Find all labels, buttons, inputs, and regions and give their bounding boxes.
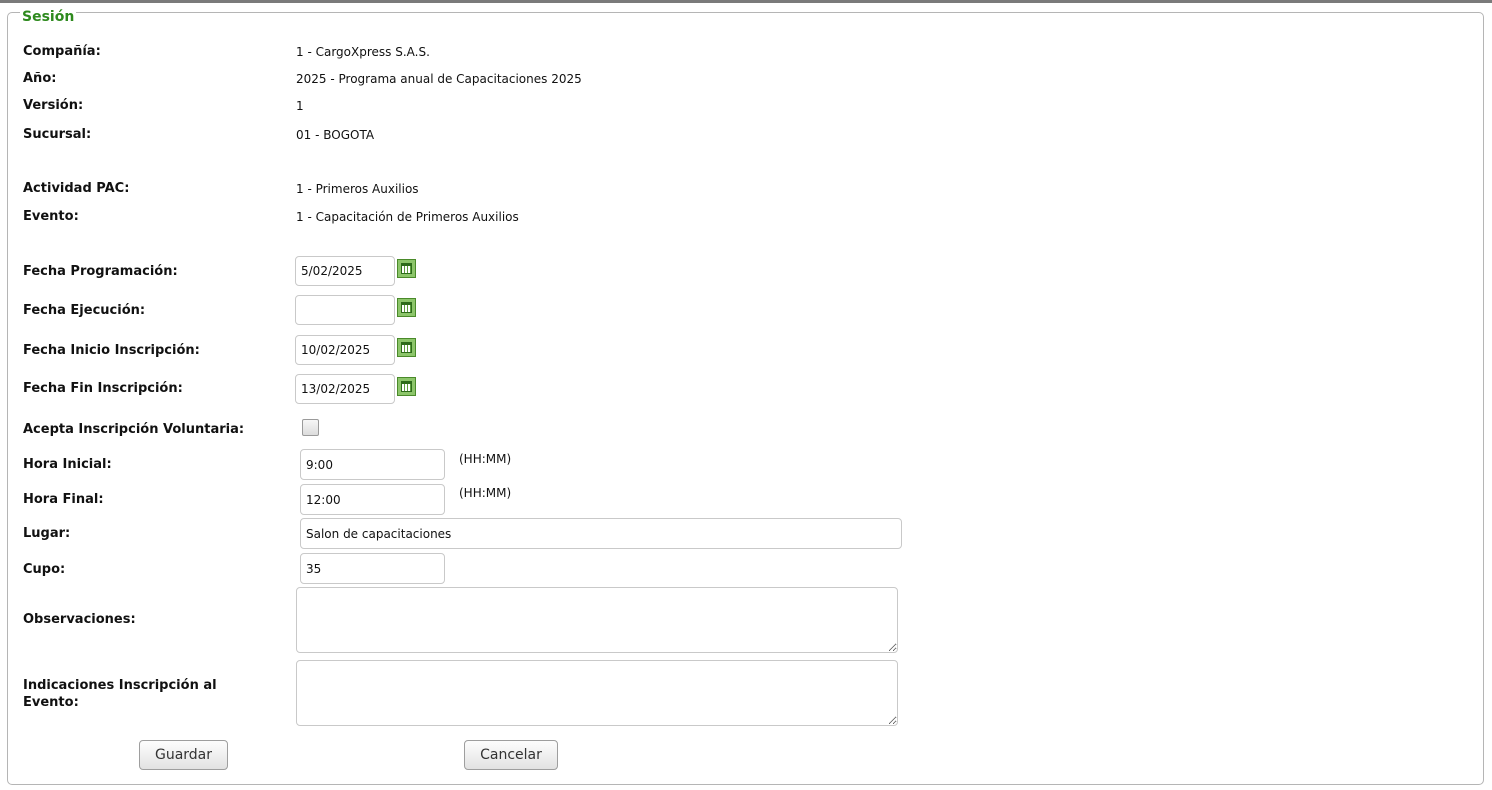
start-time-hint: (HH:MM)	[459, 452, 512, 466]
enroll-start-label: Fecha Inicio Inscripción:	[23, 343, 200, 358]
voluntary-label: Acepta Inscripción Voluntaria:	[23, 422, 245, 437]
start-time-input[interactable]	[300, 449, 445, 480]
instructions-textarea[interactable]	[296, 660, 898, 726]
calendar-icon[interactable]	[397, 298, 416, 317]
activity-value: 1 - Primeros Auxilios	[296, 182, 419, 196]
enroll-start-input[interactable]	[295, 335, 395, 365]
cancel-button[interactable]: Cancelar	[464, 740, 558, 770]
quota-label: Cupo:	[23, 562, 66, 577]
version-value: 1	[296, 99, 304, 113]
year-label: Año:	[23, 71, 57, 86]
enroll-end-input[interactable]	[295, 374, 395, 404]
year-value: 2025 - Programa anual de Capacitaciones …	[296, 72, 582, 86]
execution-date-input[interactable]	[295, 295, 395, 325]
enroll-end-label: Fecha Fin Inscripción:	[23, 381, 183, 396]
instructions-label: Indicaciones Inscripción al Evento:	[23, 678, 217, 710]
top-border	[0, 0, 1492, 3]
company-label: Compañía:	[23, 44, 101, 59]
activity-label: Actividad PAC:	[23, 181, 130, 196]
schedule-date-label: Fecha Programación:	[23, 264, 178, 279]
version-label: Versión:	[23, 98, 84, 113]
voluntary-checkbox[interactable]	[302, 419, 319, 436]
company-value: 1 - CargoXpress S.A.S.	[296, 45, 430, 59]
event-label: Evento:	[23, 209, 79, 224]
place-label: Lugar:	[23, 526, 71, 541]
quota-input[interactable]	[300, 553, 445, 584]
observations-textarea[interactable]	[296, 587, 898, 653]
branch-label: Sucursal:	[23, 127, 92, 142]
schedule-date-input[interactable]	[295, 256, 395, 286]
end-time-hint: (HH:MM)	[459, 486, 512, 500]
end-time-label: Hora Final:	[23, 492, 104, 507]
calendar-icon[interactable]	[397, 259, 416, 278]
branch-value: 01 - BOGOTA	[296, 128, 375, 142]
save-button[interactable]: Guardar	[139, 740, 228, 770]
place-input[interactable]	[300, 518, 902, 549]
execution-date-label: Fecha Ejecución:	[23, 303, 146, 318]
event-value: 1 - Capacitación de Primeros Auxilios	[296, 210, 519, 224]
start-time-label: Hora Inicial:	[23, 457, 112, 472]
calendar-icon[interactable]	[397, 377, 416, 396]
calendar-icon[interactable]	[397, 338, 416, 357]
observations-label: Observaciones:	[23, 612, 136, 627]
end-time-input[interactable]	[300, 484, 445, 515]
section-title: Sesión	[20, 9, 77, 25]
